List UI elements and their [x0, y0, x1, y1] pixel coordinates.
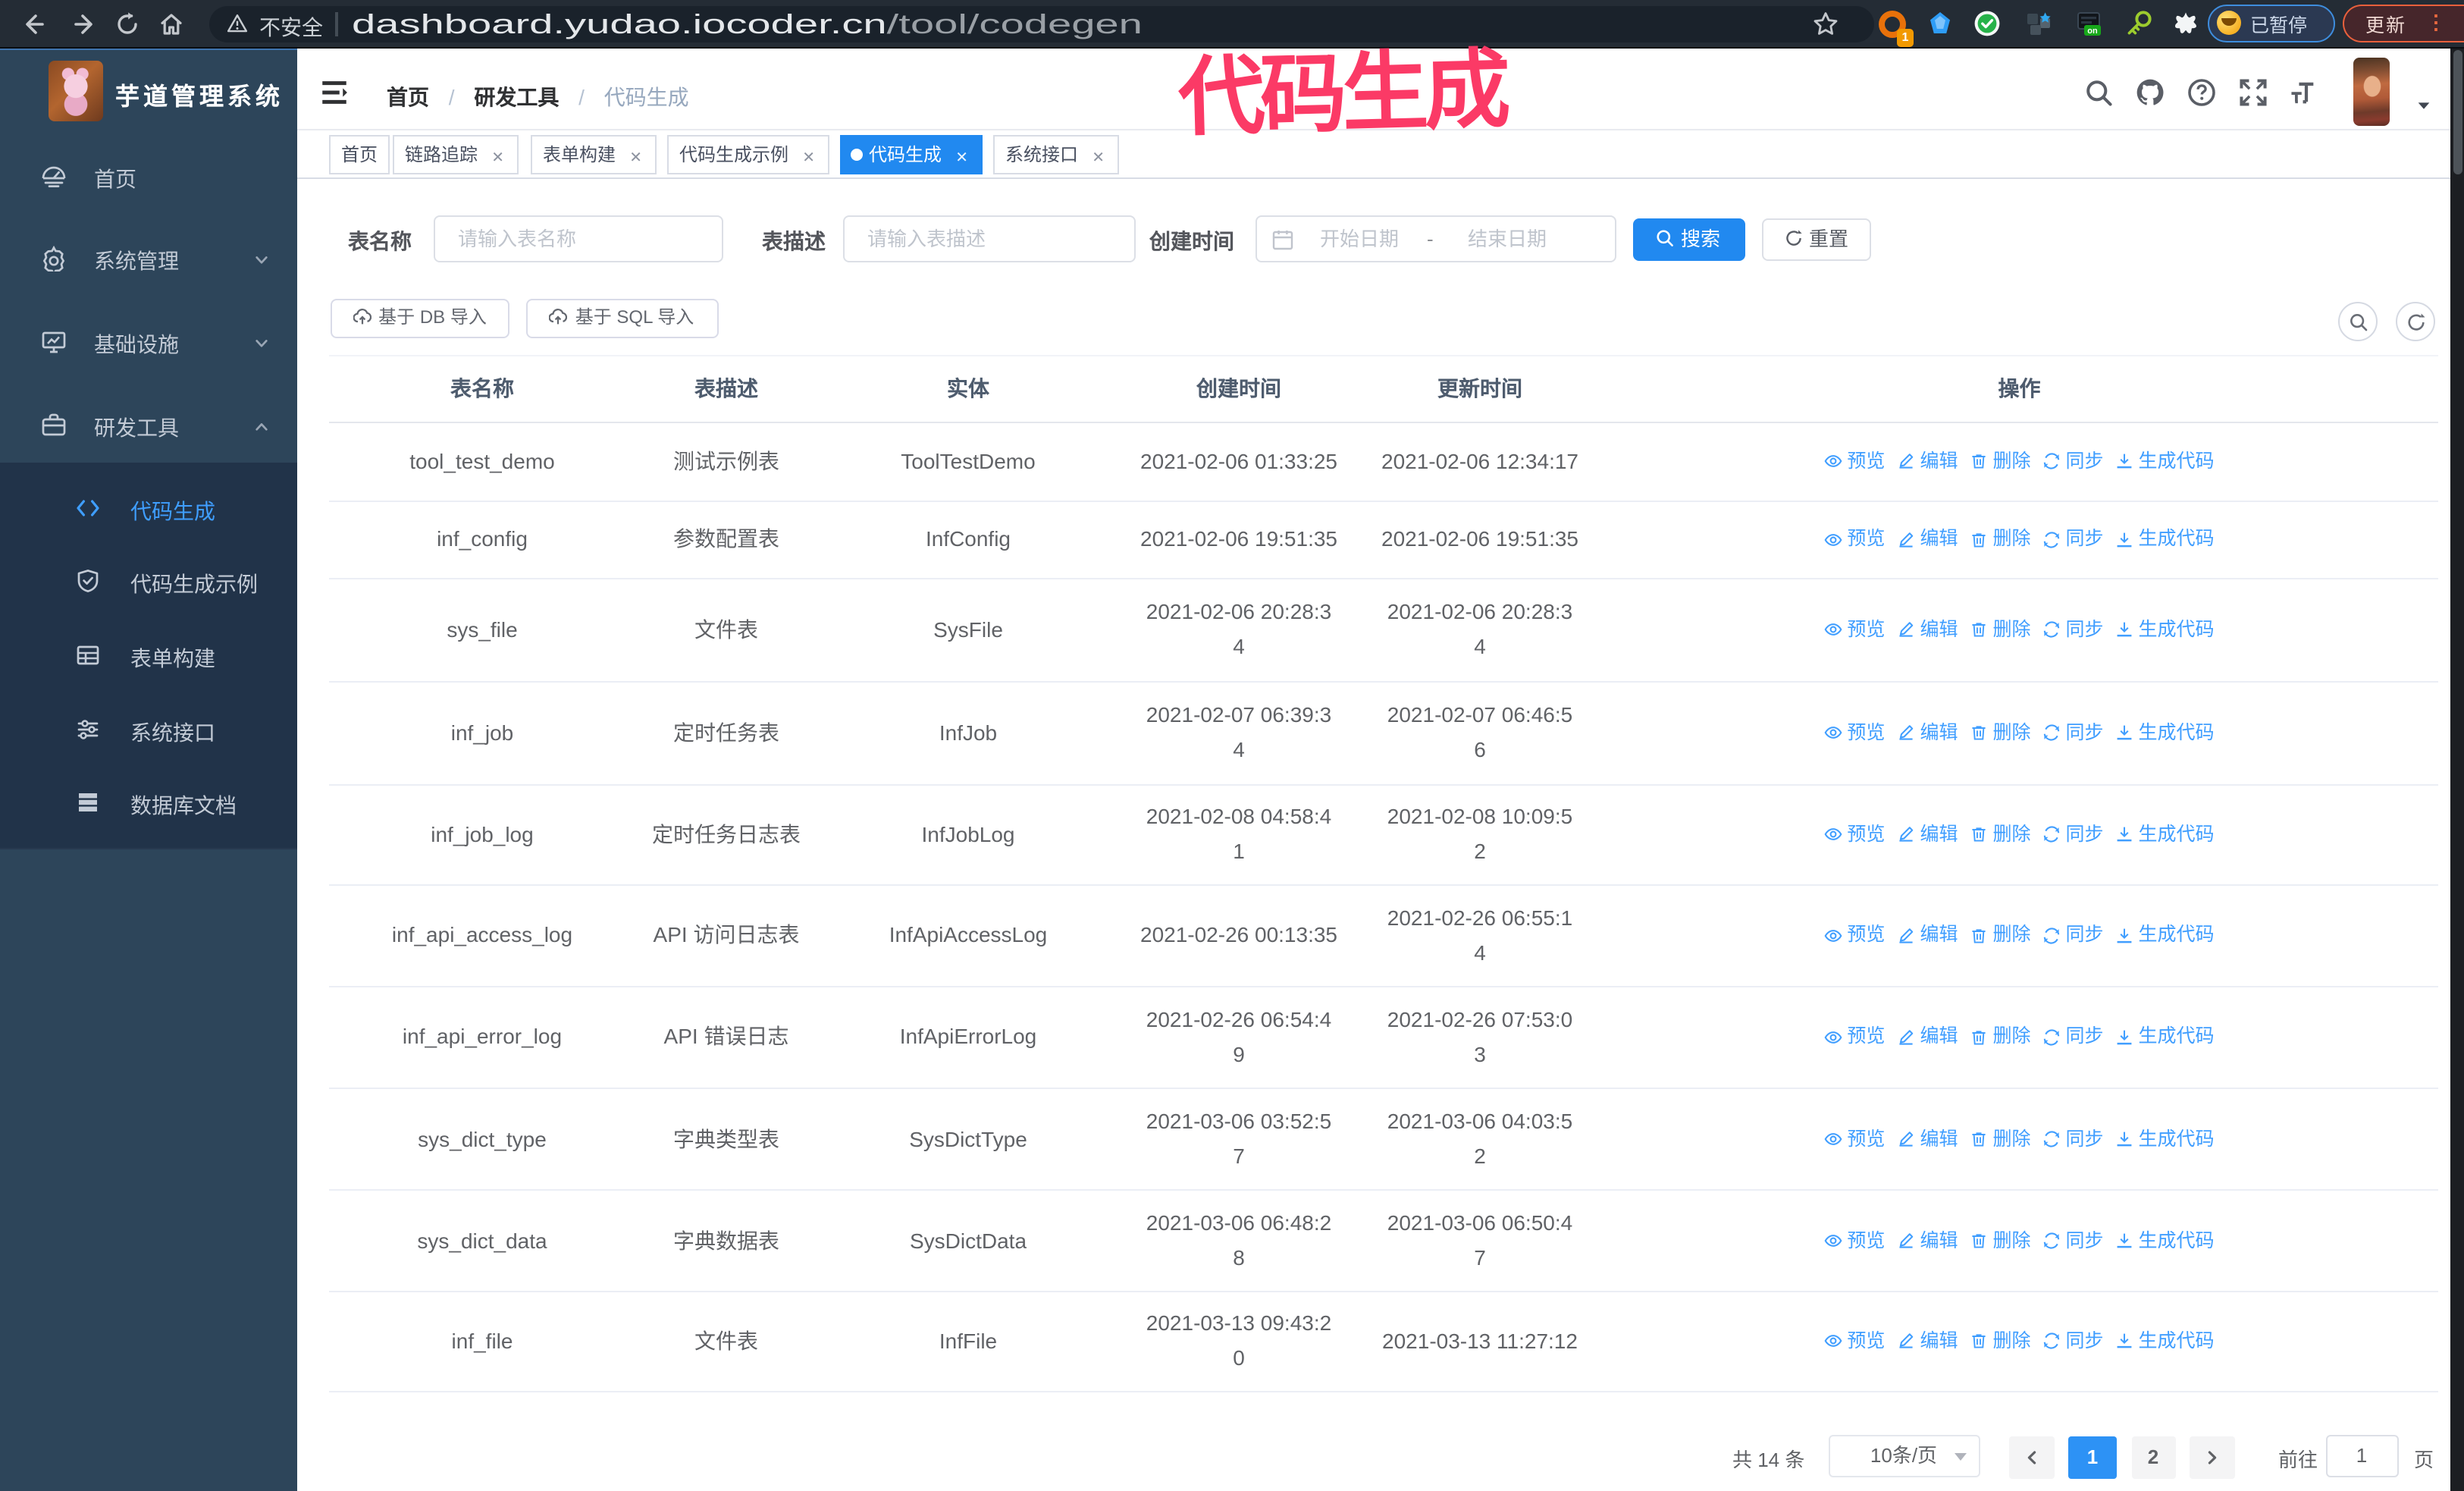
svg-text:on: on [2087, 27, 2098, 36]
